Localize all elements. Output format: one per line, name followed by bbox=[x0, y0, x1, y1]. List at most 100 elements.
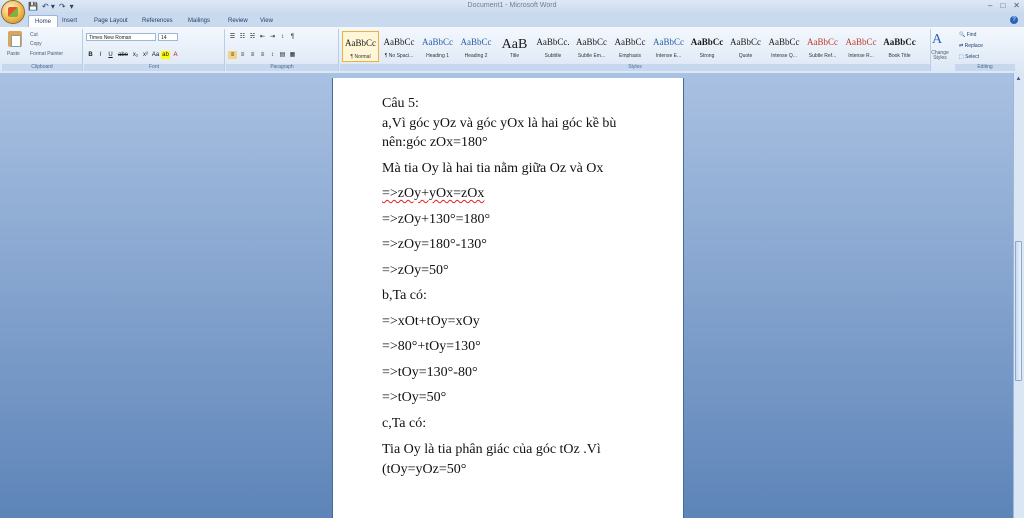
numbering-icon[interactable]: ☷ bbox=[238, 33, 247, 41]
scroll-thumb[interactable] bbox=[1015, 241, 1022, 381]
bold-button[interactable]: B bbox=[86, 51, 95, 59]
style-tile[interactable]: AaBbCc Quote bbox=[727, 31, 764, 62]
borders-button[interactable]: ▦ bbox=[288, 51, 297, 59]
tab-mailings[interactable]: Mailings bbox=[182, 15, 216, 27]
find-button[interactable]: 🔍 Find bbox=[959, 32, 976, 38]
format-painter-button[interactable]: Format Painter bbox=[30, 51, 63, 57]
style-name: ¶ Normal bbox=[350, 54, 371, 60]
change-styles-label: Change Styles bbox=[931, 50, 949, 61]
style-sample: AaBbCc bbox=[614, 37, 646, 47]
tab-references[interactable]: References bbox=[136, 15, 179, 27]
style-name: Book Title bbox=[888, 53, 911, 59]
style-tile[interactable]: AaB Title bbox=[496, 31, 533, 62]
cut-button[interactable]: Cut bbox=[30, 32, 38, 38]
style-name: Intense R... bbox=[848, 53, 874, 59]
close-button[interactable]: ✕ bbox=[1013, 1, 1020, 10]
style-tile[interactable]: AaBbCc Heading 1 bbox=[419, 31, 456, 62]
doc-line: =>zOy=50° bbox=[382, 263, 449, 278]
tab-page-layout[interactable]: Page Layout bbox=[88, 15, 134, 27]
style-tile[interactable]: AaBbCc Book Title bbox=[881, 31, 918, 62]
help-icon[interactable]: ? bbox=[1010, 16, 1018, 24]
underline-button[interactable]: U bbox=[106, 51, 115, 59]
copy-button[interactable]: Copy bbox=[30, 41, 42, 47]
multilevel-icon[interactable]: ☵ bbox=[248, 33, 257, 41]
paste-button[interactable]: Paste bbox=[7, 51, 20, 57]
doc-line: nên:góc zOx=180° bbox=[382, 135, 488, 150]
style-sample: AaBbCc bbox=[768, 37, 800, 47]
italic-button[interactable]: I bbox=[96, 51, 105, 59]
bullets-icon[interactable]: ☰ bbox=[228, 33, 237, 41]
select-button[interactable]: ⬚ Select bbox=[959, 54, 979, 60]
change-case-button[interactable]: Aa bbox=[151, 51, 160, 59]
shading-button[interactable]: ▤ bbox=[278, 51, 287, 59]
font-group-label: Font bbox=[84, 64, 224, 71]
strikethrough-button[interactable]: abe bbox=[116, 51, 130, 59]
window-title: Document1 - Microsoft Word bbox=[467, 2, 557, 9]
style-tile[interactable]: AaBbCc ¶ No Spaci... bbox=[381, 31, 418, 62]
align-buttons: ≡ ≡ ≡ ≡ ↕ ▤ ▦ bbox=[228, 51, 297, 59]
style-sample: AaBbCc. bbox=[536, 37, 570, 47]
style-sample: AaB bbox=[501, 37, 528, 52]
style-tile[interactable]: AaBbCc Intense E... bbox=[650, 31, 687, 62]
find-label: Find bbox=[966, 32, 977, 38]
doc-line: b,Ta có: bbox=[382, 288, 427, 303]
tab-review[interactable]: Review bbox=[222, 15, 254, 27]
tab-insert[interactable]: Insert bbox=[56, 15, 83, 27]
decrease-indent-icon[interactable]: ⇤ bbox=[258, 33, 267, 41]
styles-group-label: Styles bbox=[340, 64, 930, 71]
doc-line: Câu 5: bbox=[382, 96, 419, 111]
replace-label: Replace bbox=[964, 43, 983, 49]
doc-line: a,Vì góc yOz và góc yOx là hai góc kề bù bbox=[382, 116, 617, 131]
font-size-select[interactable]: 14 bbox=[158, 33, 178, 41]
line-spacing-button[interactable]: ↕ bbox=[268, 51, 277, 59]
style-sample: AaBbCc bbox=[653, 37, 684, 47]
paste-icon[interactable] bbox=[8, 31, 22, 47]
highlight-button[interactable]: ab bbox=[161, 51, 170, 59]
minimize-button[interactable]: – bbox=[988, 1, 992, 10]
document-page[interactable]: Câu 5: a,Vì góc yOz và góc yOx là hai gó… bbox=[333, 78, 683, 518]
maximize-button[interactable]: □ bbox=[1000, 1, 1005, 10]
font-name-select[interactable]: Times New Roman bbox=[86, 33, 156, 41]
pilcrow-icon[interactable]: ¶ bbox=[288, 33, 297, 41]
style-name: Title bbox=[509, 53, 520, 59]
style-tile[interactable]: AaBbCc Heading 2 bbox=[458, 31, 495, 62]
clipboard-group: Paste Cut Copy Format Painter Clipboard bbox=[2, 29, 83, 71]
doc-line: =>tOy=50° bbox=[382, 390, 447, 405]
style-name: Subtle Ref... bbox=[808, 53, 837, 59]
office-logo-icon bbox=[8, 7, 18, 17]
superscript-button[interactable]: x² bbox=[141, 51, 150, 59]
doc-line: Tia Oy là tia phân giác của góc tOz .Vì bbox=[382, 442, 601, 457]
align-left-button[interactable]: ≡ bbox=[228, 51, 237, 59]
style-name: Intense E... bbox=[655, 53, 682, 59]
style-tile[interactable]: AaBbCc ¶ Normal bbox=[342, 31, 379, 62]
style-sample: AaBbCc bbox=[383, 37, 415, 47]
style-name: Subtle Em... bbox=[577, 53, 606, 59]
style-name: Emphasis bbox=[619, 53, 641, 59]
style-tile[interactable]: AaBbCc Subtle Em... bbox=[573, 31, 610, 62]
font-group: Times New Roman 14 B I U abe x₂ x² Aa ab… bbox=[84, 29, 225, 71]
doc-line: (tOy=yOz=50° bbox=[382, 462, 467, 477]
subscript-button[interactable]: x₂ bbox=[131, 51, 140, 59]
title-bar: 💾 ↶ ▾ ↷ ▾ Document1 - Microsoft Word – □… bbox=[0, 0, 1024, 14]
style-tile[interactable]: AaBbCc. Subtitle bbox=[535, 31, 572, 62]
change-styles-button[interactable]: A Change Styles bbox=[928, 29, 950, 71]
editing-group: 🔍 Find ⇄ Replace ⬚ Select Editing bbox=[955, 29, 1015, 71]
align-right-button[interactable]: ≡ bbox=[248, 51, 257, 59]
font-color-button[interactable]: A bbox=[171, 51, 180, 59]
tab-view[interactable]: View bbox=[254, 15, 279, 27]
doc-line: c,Ta có: bbox=[382, 416, 427, 431]
align-center-button[interactable]: ≡ bbox=[238, 51, 247, 59]
style-tile[interactable]: AaBbCc Intense R... bbox=[843, 31, 880, 62]
style-tile[interactable]: AaBbCc Emphasis bbox=[612, 31, 649, 62]
replace-button[interactable]: ⇄ Replace bbox=[959, 43, 983, 49]
increase-indent-icon[interactable]: ⇥ bbox=[268, 33, 277, 41]
justify-button[interactable]: ≡ bbox=[258, 51, 267, 59]
style-tile[interactable]: AaBbCc Strong bbox=[689, 31, 726, 62]
scroll-up-icon[interactable]: ▲ bbox=[1015, 75, 1022, 83]
style-tile[interactable]: AaBbCc Intense Q... bbox=[766, 31, 803, 62]
office-button[interactable] bbox=[2, 1, 24, 23]
sort-icon[interactable]: ↕ bbox=[278, 33, 287, 41]
vertical-scrollbar[interactable]: ▲ bbox=[1013, 73, 1024, 518]
style-name: ¶ No Spaci... bbox=[384, 53, 414, 59]
style-tile[interactable]: AaBbCc Subtle Ref... bbox=[804, 31, 841, 62]
